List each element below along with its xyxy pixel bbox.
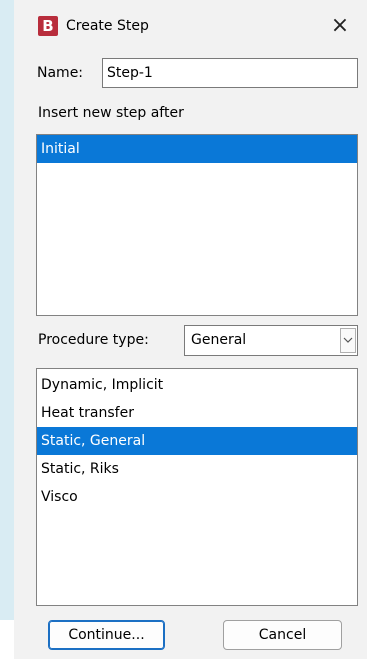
continue-button[interactable]: Continue... (48, 620, 165, 650)
procedure-item-static-general[interactable]: Static, General (37, 427, 357, 455)
name-input[interactable] (102, 58, 358, 88)
procedure-item-visco[interactable]: Visco (37, 483, 357, 511)
procedure-type-select[interactable]: General (184, 325, 358, 356)
procedure-type-label: Procedure type: (38, 332, 149, 348)
dialog-title: Create Step (66, 18, 149, 34)
name-label: Name: (37, 65, 84, 81)
cancel-button[interactable]: Cancel (223, 620, 342, 650)
app-logo-icon: B (38, 16, 58, 36)
step-list-item-initial[interactable]: Initial (37, 135, 357, 163)
create-step-dialog: B Create Step × Name: Insert new step af… (14, 0, 367, 659)
chevron-down-icon (343, 337, 353, 343)
step-list[interactable]: Initial (36, 134, 358, 316)
procedure-type-value: General (191, 332, 247, 348)
dropdown-arrow-button[interactable] (340, 328, 356, 353)
close-button[interactable]: × (322, 10, 358, 42)
procedure-list[interactable]: Dynamic, Implicit Heat transfer Static, … (36, 368, 358, 606)
insert-after-label: Insert new step after (38, 105, 184, 121)
procedure-item-dynamic-implicit[interactable]: Dynamic, Implicit (37, 371, 357, 399)
procedure-item-heat-transfer[interactable]: Heat transfer (37, 399, 357, 427)
background-strip (0, 0, 14, 659)
background-strip-bottom (0, 620, 14, 659)
procedure-item-static-riks[interactable]: Static, Riks (37, 455, 357, 483)
title-bar: B Create Step × (14, 0, 367, 50)
